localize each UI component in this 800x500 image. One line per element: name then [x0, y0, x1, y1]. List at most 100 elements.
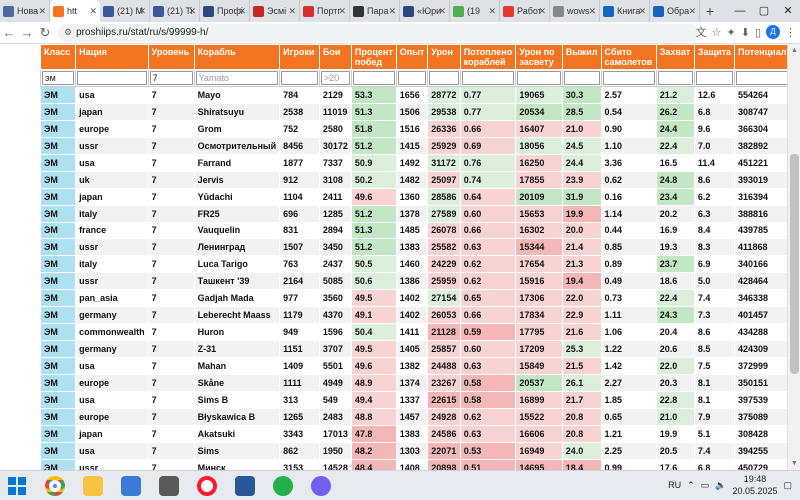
spot-damage-filter-input[interactable]	[517, 71, 561, 85]
new-tab-icon[interactable]: +	[700, 0, 720, 22]
forward-icon[interactable]: →	[18, 25, 36, 40]
browser-tab[interactable]: wows ✕	[550, 0, 600, 22]
browser-tab[interactable]: (19 ✕	[450, 0, 500, 22]
planes-filter-input[interactable]	[602, 71, 655, 85]
tab-close-icon[interactable]: ✕	[588, 6, 596, 17]
battles-filter-input[interactable]	[320, 71, 350, 85]
column-header[interactable]: Уровень	[147, 44, 195, 70]
site-info-icon[interactable]: ⚙	[64, 27, 72, 38]
language-indicator[interactable]: RU	[668, 480, 681, 490]
menu-icon[interactable]: ⋮	[785, 26, 796, 39]
table-cell: 5.1	[693, 424, 736, 443]
taskbar-word[interactable]	[228, 473, 262, 499]
taskbar-at[interactable]	[266, 473, 300, 499]
nation-filter-input[interactable]	[77, 71, 147, 85]
tab-close-icon[interactable]: ✕	[188, 6, 196, 17]
scroll-up-icon[interactable]: ▲	[788, 44, 800, 57]
kills-filter-input[interactable]	[461, 71, 515, 85]
downloads-icon[interactable]: ⬇	[741, 26, 750, 39]
browser-tab[interactable]: Обра ✕	[650, 0, 700, 22]
tray-chevron-icon[interactable]: ⌃	[687, 480, 695, 491]
extensions-icon[interactable]: ✦	[727, 26, 736, 39]
reload-icon[interactable]: ↻	[36, 25, 54, 41]
page-scrollbar[interactable]: ▲ ▼	[787, 44, 800, 470]
table-cell: 7	[147, 407, 195, 426]
browser-tab[interactable]: Эсмі ✕	[250, 0, 300, 22]
start-button[interactable]	[0, 473, 34, 499]
tab-close-icon[interactable]: ✕	[38, 6, 46, 17]
column-header[interactable]: Опыт	[395, 44, 429, 70]
column-header[interactable]: Урон по засвету	[515, 44, 563, 70]
taskbar-network[interactable]	[114, 473, 148, 499]
tab-close-icon[interactable]: ✕	[238, 6, 246, 17]
taskbar-viber[interactable]	[304, 473, 338, 499]
level-filter-input[interactable]	[149, 71, 193, 85]
taskbar-chrome[interactable]	[38, 473, 72, 499]
tab-close-icon[interactable]: ✕	[488, 6, 496, 17]
taskbar-opera[interactable]	[190, 473, 224, 499]
translate-icon[interactable]: 文	[696, 24, 707, 40]
column-header[interactable]: Нация	[75, 44, 149, 70]
browser-tab[interactable]: (21) M ✕	[100, 0, 150, 22]
damage-filter-input[interactable]	[429, 71, 459, 85]
column-header[interactable]: Сбито самолетов	[600, 44, 657, 70]
browser-tab[interactable]: Портг ✕	[300, 0, 350, 22]
class-filter-input[interactable]	[42, 71, 75, 85]
column-header[interactable]: Потоплено кораблей	[459, 44, 517, 70]
profile-avatar[interactable]: Д	[766, 25, 780, 39]
column-header[interactable]: Бои	[318, 44, 352, 70]
winrate-filter-input[interactable]	[352, 71, 395, 85]
table-cell: 0.89	[600, 255, 657, 274]
column-header[interactable]: Игроки	[279, 44, 320, 70]
tab-close-icon[interactable]: ✕	[438, 6, 446, 17]
exp-filter-input[interactable]	[397, 71, 427, 85]
maximize-icon[interactable]: ▢	[752, 0, 776, 22]
notifications-icon[interactable]: ▢	[783, 480, 792, 491]
browser-tab[interactable]: htt ✕	[50, 0, 100, 22]
browser-tab[interactable]: (21) Ti ✕	[150, 0, 200, 22]
table-cell: 0.65	[459, 289, 517, 308]
column-header[interactable]: Захват	[655, 44, 695, 70]
tab-close-icon[interactable]: ✕	[288, 6, 296, 17]
browser-tab[interactable]: Профі ✕	[200, 0, 250, 22]
back-icon[interactable]: ←	[0, 25, 18, 40]
scroll-down-icon[interactable]: ▼	[788, 457, 800, 470]
taskbar-app[interactable]	[152, 473, 186, 499]
bookmark-star-icon[interactable]: ☆	[712, 26, 722, 39]
tab-close-icon[interactable]: ✕	[89, 6, 97, 17]
sidebar-icon[interactable]: ▯	[755, 26, 761, 39]
browser-tab[interactable]: Книга ✕	[600, 0, 650, 22]
column-header[interactable]: Класс	[39, 44, 77, 70]
network-tray-icon[interactable]: ▭	[701, 480, 710, 491]
browser-tab[interactable]: Нова ✕	[0, 0, 50, 22]
tab-close-icon[interactable]: ✕	[688, 6, 696, 17]
browser-tab[interactable]: «Юри ✕	[400, 0, 450, 22]
players-filter-input[interactable]	[281, 71, 318, 85]
table-cell: 2.25	[600, 441, 657, 460]
clock[interactable]: 19:48 20.05.2025	[732, 473, 777, 497]
tab-close-icon[interactable]: ✕	[138, 6, 146, 17]
table-cell: 1402	[395, 289, 429, 308]
tab-close-icon[interactable]: ✕	[388, 6, 396, 17]
address-bar[interactable]: ⚙ proshiips.ru/stat/ru/s/99999-h/	[58, 23, 698, 42]
survived-filter-input[interactable]	[563, 71, 600, 85]
volume-icon[interactable]: 🔈	[715, 480, 726, 491]
tab-close-icon[interactable]: ✕	[538, 6, 546, 17]
browser-tab[interactable]: Работ ✕	[500, 0, 550, 22]
column-header[interactable]: Процент побед	[350, 44, 397, 70]
column-header[interactable]: Выжил	[561, 44, 602, 70]
scroll-thumb[interactable]	[790, 154, 799, 374]
capture-filter-input[interactable]	[657, 71, 693, 85]
minimize-icon[interactable]: —	[728, 0, 752, 22]
close-icon[interactable]: ✕	[776, 0, 800, 22]
browser-tab[interactable]: Пара ✕	[350, 0, 400, 22]
taskbar-explorer[interactable]	[76, 473, 110, 499]
ship-filter-input[interactable]	[195, 71, 279, 85]
column-header[interactable]: Корабль	[193, 44, 281, 70]
defense-filter-input[interactable]	[695, 71, 734, 85]
table-cell: 5501	[318, 357, 352, 375]
column-header[interactable]: Защита	[693, 44, 736, 70]
tab-close-icon[interactable]: ✕	[338, 6, 346, 17]
column-header[interactable]: Урон	[427, 44, 461, 70]
tab-close-icon[interactable]: ✕	[638, 6, 646, 17]
